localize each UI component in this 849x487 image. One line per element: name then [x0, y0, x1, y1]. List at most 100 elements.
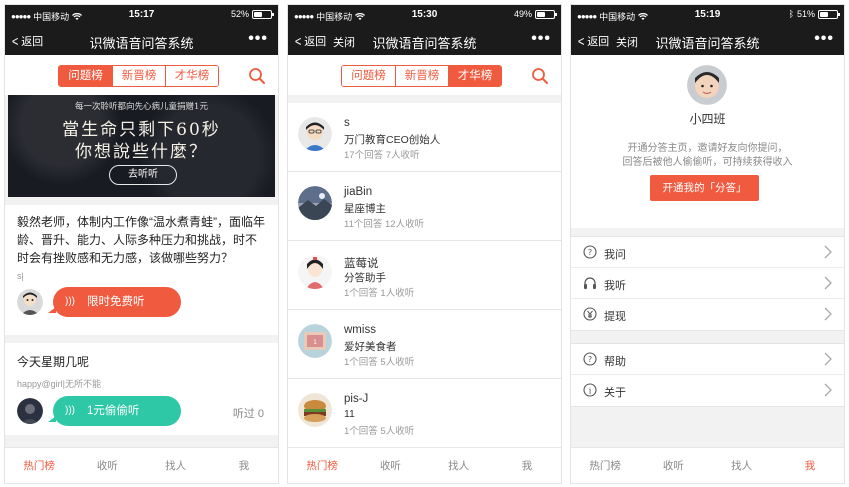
chevron-right-icon	[824, 307, 832, 321]
battery-icon	[252, 9, 274, 19]
avatar	[687, 65, 727, 105]
avatar	[298, 186, 332, 220]
banner-headline-2: 你想說些什麼？	[75, 142, 208, 162]
question-card[interactable]: 毅然老师，体制内工作像“温水煮青蛙”，面临年龄、晋升、能力、人际多种压力和挑战，…	[5, 205, 278, 335]
screen-hot-questions: ●●●●● 中国移动 15:17 52% < 返回 识微语音问答系统 ••• 问…	[4, 4, 279, 484]
svg-text:?: ?	[588, 248, 592, 257]
bottom-tab-me[interactable]: 我	[493, 448, 561, 483]
question-author: happy@girl|无所不能	[17, 379, 101, 389]
tab-new-rank[interactable]: 新晋榜	[112, 66, 165, 86]
user-name: 蓝莓说	[344, 258, 379, 270]
talent-list: s 万门教育CEO创始人 17个回答 7人收听 jiaBin 星座博主 11个回…	[288, 95, 561, 448]
menu-label: 帮助	[604, 356, 626, 368]
list-item[interactable]: 蓝莓说 分答助手 1个回答 1人收听	[288, 241, 561, 310]
chevron-right-icon	[824, 383, 832, 397]
status-bar: ●●●●● 中国移动 15:19 ᛒ 51%	[571, 5, 844, 25]
avatar: 1	[298, 324, 332, 358]
user-name: s	[344, 117, 350, 129]
tab-new-rank[interactable]: 新晋榜	[395, 66, 448, 86]
list-item[interactable]: s 万门教育CEO创始人 17个回答 7人收听	[288, 103, 561, 172]
help-icon: ?	[583, 352, 597, 366]
status-bar: ●●●●● 中国移动 15:17 52%	[5, 5, 278, 25]
user-name: wmiss	[344, 324, 376, 336]
list-item[interactable]: pis-J 11 1个回答 5人收听	[288, 379, 561, 448]
menu-item-help[interactable]: ? 帮助	[571, 344, 844, 375]
bottom-tab-find[interactable]: 找人	[142, 448, 210, 483]
list-item[interactable]: 1 wmiss 爱好美食者 1个回答 5人收听	[288, 310, 561, 379]
bottom-tab-hot[interactable]: 热门榜	[571, 448, 639, 483]
chevron-right-icon	[824, 352, 832, 366]
bottom-tab-me[interactable]: 我	[776, 448, 844, 483]
user-title: 爱好美食者	[344, 341, 397, 353]
tab-question-rank[interactable]: 问题榜	[342, 66, 395, 86]
menu-label: 我问	[604, 249, 626, 261]
paid-listen-button[interactable]: ))) 1元偷偷听	[48, 396, 181, 426]
question-text: 毅然老师，体制内工作像“温水煮青蛙”，面临年龄、晋升、能力、人际多种压力和挑战，…	[17, 215, 265, 265]
more-menu-button[interactable]: •••	[531, 30, 551, 48]
avatar	[298, 117, 332, 151]
page-title: 识微语音问答系统	[655, 36, 760, 51]
promo-banner[interactable]: 每一次聆听都向先心病儿童捐赠1元 當生命只剩下60秒 你想說些什麼？ 去听听	[8, 95, 275, 197]
bottom-tab-listen[interactable]: 收听	[356, 448, 424, 483]
ranking-tabs-row: 问题榜 新晋榜 才华榜	[5, 55, 278, 95]
info-icon: i	[583, 383, 597, 397]
bottom-tab-bar: 热门榜 收听 找人 我	[288, 447, 561, 483]
user-name: pis-J	[344, 393, 369, 405]
question-icon: ?	[583, 245, 597, 259]
sound-wave-icon: )))	[65, 405, 75, 416]
menu-group-support: ? 帮助 i 关于	[571, 343, 844, 407]
user-name: jiaBin	[344, 186, 373, 198]
svg-text:?: ?	[588, 355, 592, 364]
screen-talent-rank: ●●●●● 中国移动 15:30 49% < 返回 关闭 识微语音问答系统 ••…	[287, 4, 562, 484]
user-stats: 11个回答 12人收听	[344, 219, 425, 230]
screen-my-profile: ●●●●● 中国移动 15:19 ᛒ 51% < 返回 关闭 识微语音问答系统 …	[570, 4, 845, 484]
bottom-tab-listen[interactable]: 收听	[639, 448, 707, 483]
battery-fill	[537, 11, 545, 17]
search-icon[interactable]	[531, 67, 549, 85]
ranking-tabs-row: 问题榜 新晋榜 才华榜	[288, 55, 561, 95]
open-fenda-button[interactable]: 开通我的「分答」	[650, 175, 759, 201]
user-stats: 1个回答 5人收听	[344, 426, 415, 437]
bottom-tab-me[interactable]: 我	[210, 448, 278, 483]
more-menu-button[interactable]: •••	[814, 30, 834, 48]
chevron-right-icon	[824, 245, 832, 259]
tab-question-rank[interactable]: 问题榜	[59, 66, 112, 86]
chevron-right-icon	[824, 276, 832, 290]
nav-bar: < 返回 关闭 识微语音问答系统 •••	[571, 25, 844, 55]
user-name: 小四班	[689, 112, 726, 126]
free-listen-button[interactable]: ))) 限时免费听	[48, 287, 181, 317]
banner-subtitle: 每一次聆听都向先心病儿童捐赠1元	[75, 102, 208, 112]
tab-talent-rank[interactable]: 才华榜	[448, 66, 501, 86]
tab-talent-rank[interactable]: 才华榜	[165, 66, 218, 86]
bluetooth-icon: ᛒ	[788, 9, 794, 19]
svg-text:i: i	[589, 386, 592, 395]
question-author: s|	[17, 271, 24, 281]
bottom-tab-listen[interactable]: 收听	[73, 448, 141, 483]
ranking-tabs: 问题榜 新晋榜 才华榜	[58, 65, 219, 87]
question-card[interactable]: 今天星期几呢 happy@girl|无所不能 ))) 1元偷偷听 听过 0	[5, 343, 278, 435]
banner-listen-button[interactable]: 去听听	[109, 165, 177, 185]
search-icon[interactable]	[248, 67, 266, 85]
user-title: 11	[344, 408, 355, 420]
avatar	[17, 398, 43, 424]
bottom-tab-find[interactable]: 找人	[425, 448, 493, 483]
bottom-tab-find[interactable]: 找人	[708, 448, 776, 483]
avatar	[17, 289, 43, 315]
bottom-tab-hot[interactable]: 热门榜	[288, 448, 356, 483]
menu-item-my-listens[interactable]: 我听	[571, 268, 844, 299]
menu-item-my-questions[interactable]: ? 我问	[571, 237, 844, 268]
status-bar: ●●●●● 中国移动 15:30 49%	[288, 5, 561, 25]
more-menu-button[interactable]: •••	[248, 30, 268, 48]
battery-fill	[820, 11, 829, 17]
user-stats: 1个回答 1人收听	[344, 288, 415, 299]
bottom-tab-bar: 热门榜 收听 找人 我	[5, 447, 278, 483]
headphones-icon	[584, 277, 596, 289]
page-title: 识微语音问答系统	[89, 36, 194, 51]
menu-label: 提现	[604, 311, 626, 323]
battery-icon	[535, 9, 557, 19]
user-title: 万门教育CEO创始人	[344, 134, 441, 146]
list-item[interactable]: jiaBin 星座博主 11个回答 12人收听	[288, 172, 561, 241]
bottom-tab-hot[interactable]: 热门榜	[5, 448, 73, 483]
menu-item-about[interactable]: i 关于	[571, 375, 844, 406]
menu-item-withdraw[interactable]: 提现	[571, 299, 844, 330]
